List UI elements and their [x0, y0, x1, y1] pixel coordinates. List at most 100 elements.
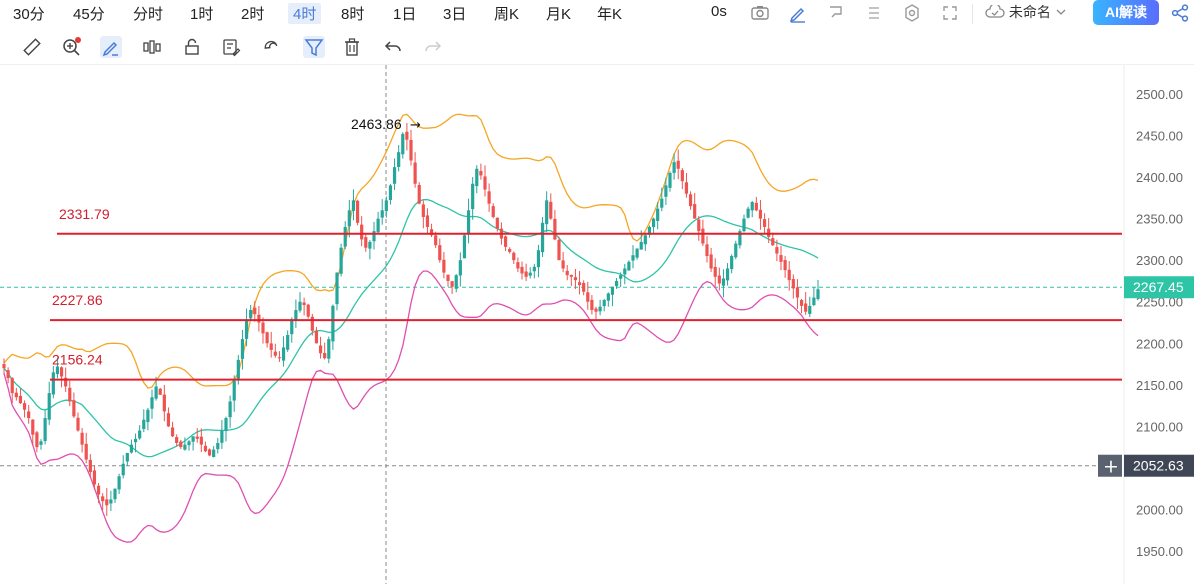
layout-selector[interactable]: 未命名: [985, 2, 1067, 22]
filter-icon[interactable]: [303, 36, 325, 58]
candle-body: [779, 255, 783, 262]
toolbar-divider: [972, 4, 973, 24]
candle-body: [187, 441, 191, 446]
timeframe-9[interactable]: 周K: [494, 3, 519, 24]
candle-body: [520, 266, 524, 274]
candle-body: [129, 444, 134, 453]
timeframe-1[interactable]: 45分: [73, 3, 105, 24]
candle-body: [384, 200, 388, 212]
pen-icon[interactable]: [788, 3, 808, 23]
candle-body: [310, 316, 314, 331]
candle-body: [55, 366, 60, 375]
candle-body: [273, 351, 277, 356]
candle-body: [175, 437, 179, 443]
candle-body: [216, 442, 220, 450]
candle-body: [438, 245, 442, 261]
y-tick-label: 1950.00: [1136, 544, 1183, 559]
ai-analysis-button[interactable]: AI解读: [1093, 0, 1159, 25]
brush-icon[interactable]: [100, 36, 122, 58]
lock-icon[interactable]: [181, 36, 203, 58]
candle-body: [619, 275, 623, 279]
timeframe-2[interactable]: 分时: [133, 3, 163, 24]
timeframe-7[interactable]: 1日: [393, 3, 416, 24]
share-icon[interactable]: [1170, 3, 1190, 23]
candle-body: [532, 266, 536, 272]
candle-body: [228, 401, 232, 418]
candle-body: [651, 218, 656, 228]
candle-body: [734, 243, 738, 258]
candle-body: [224, 418, 228, 431]
candle-body: [758, 209, 763, 219]
candle-body: [35, 432, 39, 448]
ruler-icon[interactable]: [21, 36, 43, 58]
timeframe-toolbar: 30分 45分 分时 1时 2时 4时 8时 1日 3日 周K 月K 年K 0s 未命名 AI解读: [0, 0, 1194, 27]
candle-body: [59, 367, 64, 377]
candle-body: [401, 133, 405, 155]
candle-body: [746, 208, 750, 218]
gear-icon[interactable]: [902, 3, 922, 23]
candle-body: [725, 268, 730, 281]
timeframe-6[interactable]: 8时: [341, 3, 364, 24]
indicator-insert-icon[interactable]: [826, 3, 846, 23]
candle-body: [355, 200, 360, 223]
undo-icon[interactable]: [382, 36, 404, 58]
candle-body: [281, 347, 286, 361]
candle-body: [203, 445, 208, 452]
candle-body: [446, 274, 450, 281]
list-settings-icon[interactable]: [864, 3, 884, 23]
candle-body: [191, 436, 195, 442]
candle-body: [318, 345, 323, 354]
bollinger-bands: [3, 113, 819, 543]
candle-body: [327, 339, 331, 359]
timeframe-8[interactable]: 3日: [443, 3, 466, 24]
candle-body: [372, 231, 376, 242]
edit-list-icon[interactable]: [220, 36, 242, 58]
zoom-in-icon[interactable]: [61, 36, 83, 58]
high-arrow-icon: →: [410, 118, 421, 133]
candle-body: [684, 182, 689, 194]
candle-body: [713, 266, 717, 277]
camera-icon[interactable]: [750, 3, 770, 23]
replay-speed-button[interactable]: 0s: [711, 3, 727, 20]
candle-body: [598, 306, 602, 312]
price-chart[interactable]: 2500.002450.002400.002350.002300.002250.…: [0, 65, 1194, 584]
candle-body: [376, 218, 380, 233]
candle-body: [668, 172, 672, 188]
timeframe-4[interactable]: 2时: [241, 3, 264, 24]
y-tick-label: 2450.00: [1136, 129, 1183, 144]
middle-band-line: [3, 199, 819, 458]
candle-body: [561, 260, 565, 269]
horizontal-line-label: 2156.24: [52, 352, 103, 368]
horizontal-lines[interactable]: 2331.79 2227.86 2156.24: [50, 206, 1122, 381]
candle-body: [150, 397, 154, 409]
high-price-label: 2463.86: [351, 116, 402, 132]
candle-body: [693, 204, 697, 219]
bars-visibility-icon[interactable]: [141, 36, 163, 58]
candle-body: [623, 268, 627, 275]
candle-body: [458, 260, 462, 276]
candle-body: [508, 248, 512, 252]
candle-body: [487, 191, 491, 204]
candle-body: [594, 308, 598, 312]
candle-body: [133, 438, 138, 443]
timeframe-11[interactable]: 年K: [597, 3, 622, 24]
y-tick-label: 2200.00: [1136, 336, 1183, 351]
candle-body: [730, 256, 734, 270]
trash-icon[interactable]: [341, 36, 363, 58]
candle-body: [105, 499, 109, 506]
timeframe-0[interactable]: 30分: [13, 3, 45, 24]
timeframe-5[interactable]: 4时: [288, 3, 322, 24]
fullscreen-icon[interactable]: [940, 3, 960, 23]
magnet-icon[interactable]: [260, 36, 282, 58]
candle-body: [479, 170, 483, 176]
candle-body: [51, 372, 55, 395]
candle-body: [80, 432, 84, 445]
candle-body: [750, 202, 754, 211]
current-price-label: 2267.45: [1133, 279, 1184, 295]
candle-body: [88, 459, 92, 473]
candle-body: [610, 286, 615, 295]
timeframe-10[interactable]: 月K: [546, 3, 571, 24]
redo-icon[interactable]: [422, 36, 444, 58]
timeframe-3[interactable]: 1时: [190, 3, 213, 24]
y-tick-label: 2100.00: [1136, 419, 1183, 434]
